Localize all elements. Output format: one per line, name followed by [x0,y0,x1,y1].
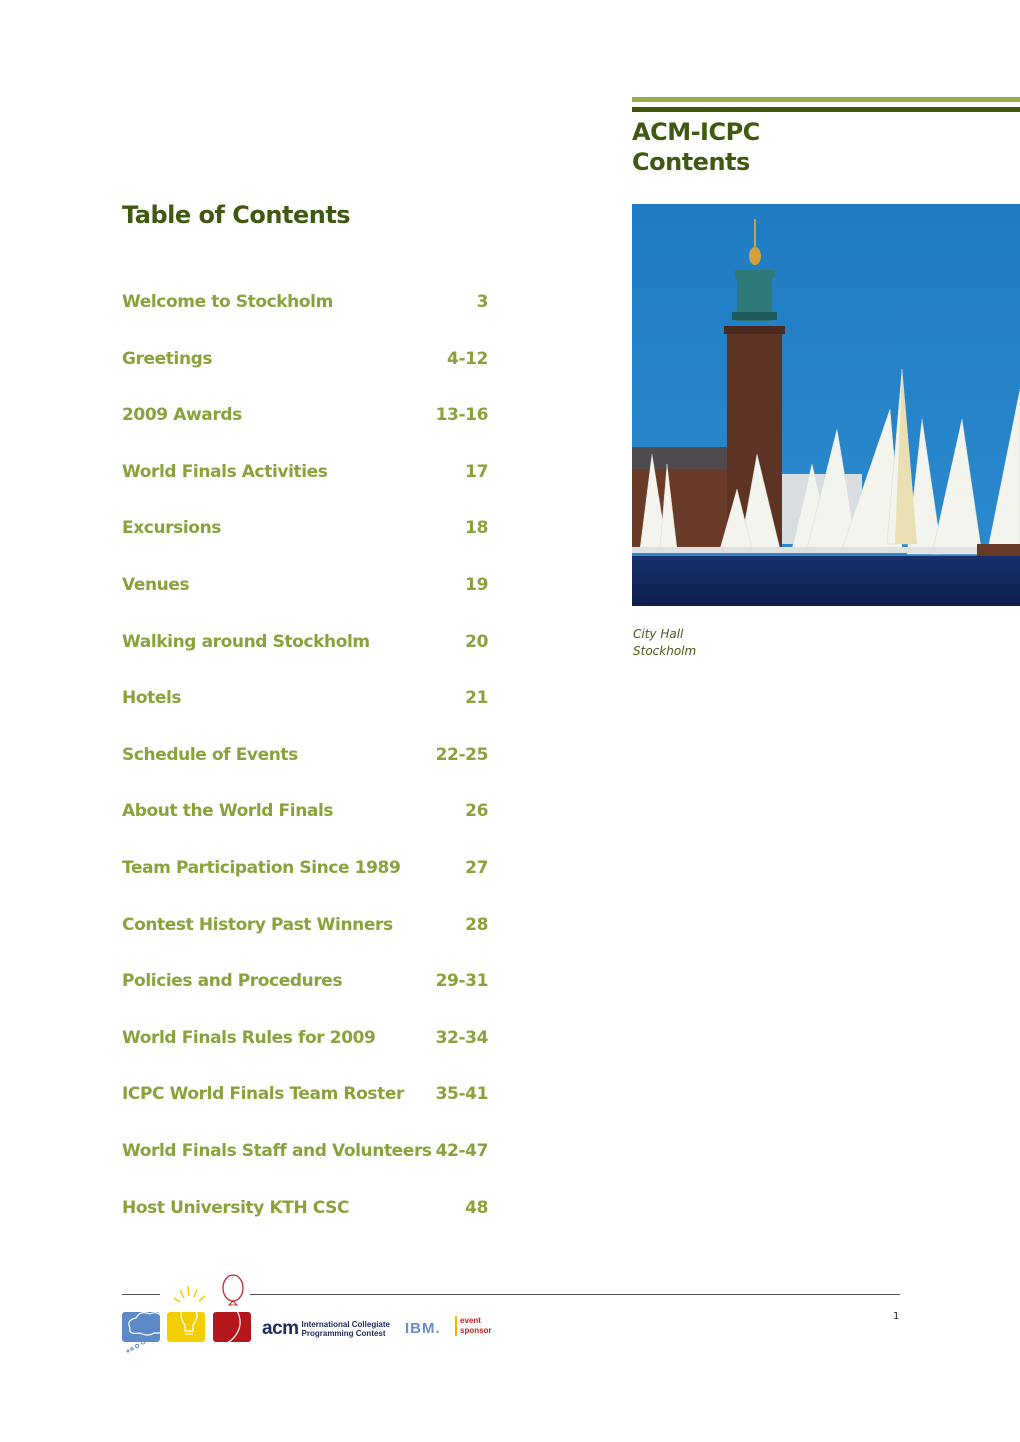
toc-entry[interactable]: Team Participation Since 1989 27 [122,858,488,915]
footer-rule-right [250,1294,900,1295]
photo-illustration [632,204,1020,606]
toc-entry-title: World Finals Rules for 2009 [122,1027,376,1048]
toc-entry[interactable]: World Finals Staff and Volunteers 42-47 [122,1141,488,1198]
toc-entry[interactable]: Hotels 21 [122,688,488,745]
toc-entry-title: Walking around Stockholm [122,631,370,652]
page-title: Table of Contents [122,201,351,229]
toc-entry-pages: 35-41 [435,1084,489,1105]
acm-subtitle-line1: International Collegiate [301,1320,390,1329]
toc-entry[interactable]: Excursions 18 [122,518,488,575]
toc-entry-pages: 19 [465,574,488,595]
caption-line2: Stockholm [633,644,697,658]
toc-entry-title: Schedule of Events [122,744,298,765]
toc-entry-pages: 18 [465,518,488,539]
acm-subtitle: International Collegiate Programming Con… [302,1320,390,1338]
toc-entry[interactable]: About the World Finals 26 [122,801,488,858]
toc-entry[interactable]: 2009 Awards 13-16 [122,405,488,462]
toc-entry[interactable]: Walking around Stockholm 20 [122,632,488,689]
acm-subtitle-line2: Programming Contest [301,1329,386,1338]
sponsor-line2: sponsor [460,1326,492,1335]
toc-entry[interactable]: Policies and Procedures 29-31 [122,971,488,1028]
header-rule-light [632,97,1020,102]
section-title: ACM-ICPC Contents [632,117,760,177]
toc-entry-title: World Finals Staff and Volunteers [122,1140,432,1161]
toc-entry-pages: 22-25 [435,744,489,765]
toc-entry[interactable]: Schedule of Events 22-25 [122,745,488,802]
toc-entry[interactable]: Greetings 4-12 [122,349,488,406]
toc-entry-title: 2009 Awards [122,405,242,426]
toc-entry-pages: 28 [465,914,488,935]
table-of-contents: Welcome to Stockholm 3 Greetings 4-12 2009 A… [122,292,488,1254]
toc-entry-title: About the World Finals [122,801,334,822]
icpc-logo-icon [126,1274,244,1353]
toc-entry-title: Team Participation Since 1989 [122,857,401,878]
toc-entry[interactable]: Venues 19 [122,575,488,632]
toc-entry-pages: 17 [465,461,488,482]
toc-entry[interactable]: Welcome to Stockholm 3 [122,292,488,349]
toc-entry-pages: 29-31 [435,971,489,992]
section-title-line2: Contents [632,148,750,176]
toc-entry-pages: 21 [465,688,488,709]
ibm-logo: IBM. [405,1320,441,1337]
page-number: 1 [893,1311,900,1322]
toc-entry-pages: 32-34 [435,1027,489,1048]
sponsor-line1: event [460,1316,481,1325]
toc-entry-title: Venues [122,574,190,595]
toc-entry-pages: 42-47 [435,1140,489,1161]
toc-entry-pages: 13-16 [435,405,489,426]
toc-entry-pages: 4-12 [447,348,488,369]
toc-entry[interactable]: World Finals Rules for 2009 32-34 [122,1028,488,1085]
acm-icpc-logo: acm International Collegiate Programming… [262,1318,390,1340]
toc-entry[interactable]: Host University KTH CSC 48 [122,1198,488,1255]
toc-entry-pages: 48 [465,1197,488,1218]
toc-entry[interactable]: Contest History Past Winners 28 [122,915,488,972]
toc-entry-title: Host University KTH CSC [122,1197,350,1218]
toc-entry-pages: 20 [465,631,488,652]
toc-entry-title: Policies and Procedures [122,971,343,992]
toc-entry-pages: 26 [465,801,488,822]
acm-wordmark: acm [262,1318,299,1339]
toc-entry-title: Hotels [122,688,182,709]
toc-entry-title: Greetings [122,348,213,369]
event-sponsor-label: event sponsor [455,1316,492,1336]
toc-entry-title: ICPC World Finals Team Roster [122,1084,404,1105]
photo-caption: City Hall Stockholm [633,626,696,660]
toc-entry-pages: 3 [476,292,489,312]
city-hall-photo [632,204,1020,606]
caption-line1: City Hall [633,627,684,641]
header-rule-dark [632,107,1020,112]
toc-entry-pages: 27 [465,857,488,878]
toc-entry-title: Welcome to Stockholm [122,292,333,312]
toc-entry-title: Contest History Past Winners [122,914,393,935]
toc-entry-title: Excursions [122,518,221,539]
toc-entry[interactable]: World Finals Activities 17 [122,462,488,519]
toc-entry[interactable]: ICPC World Finals Team Roster 35-41 [122,1084,488,1141]
section-title-line1: ACM-ICPC [632,118,760,146]
toc-entry-title: World Finals Activities [122,461,328,482]
